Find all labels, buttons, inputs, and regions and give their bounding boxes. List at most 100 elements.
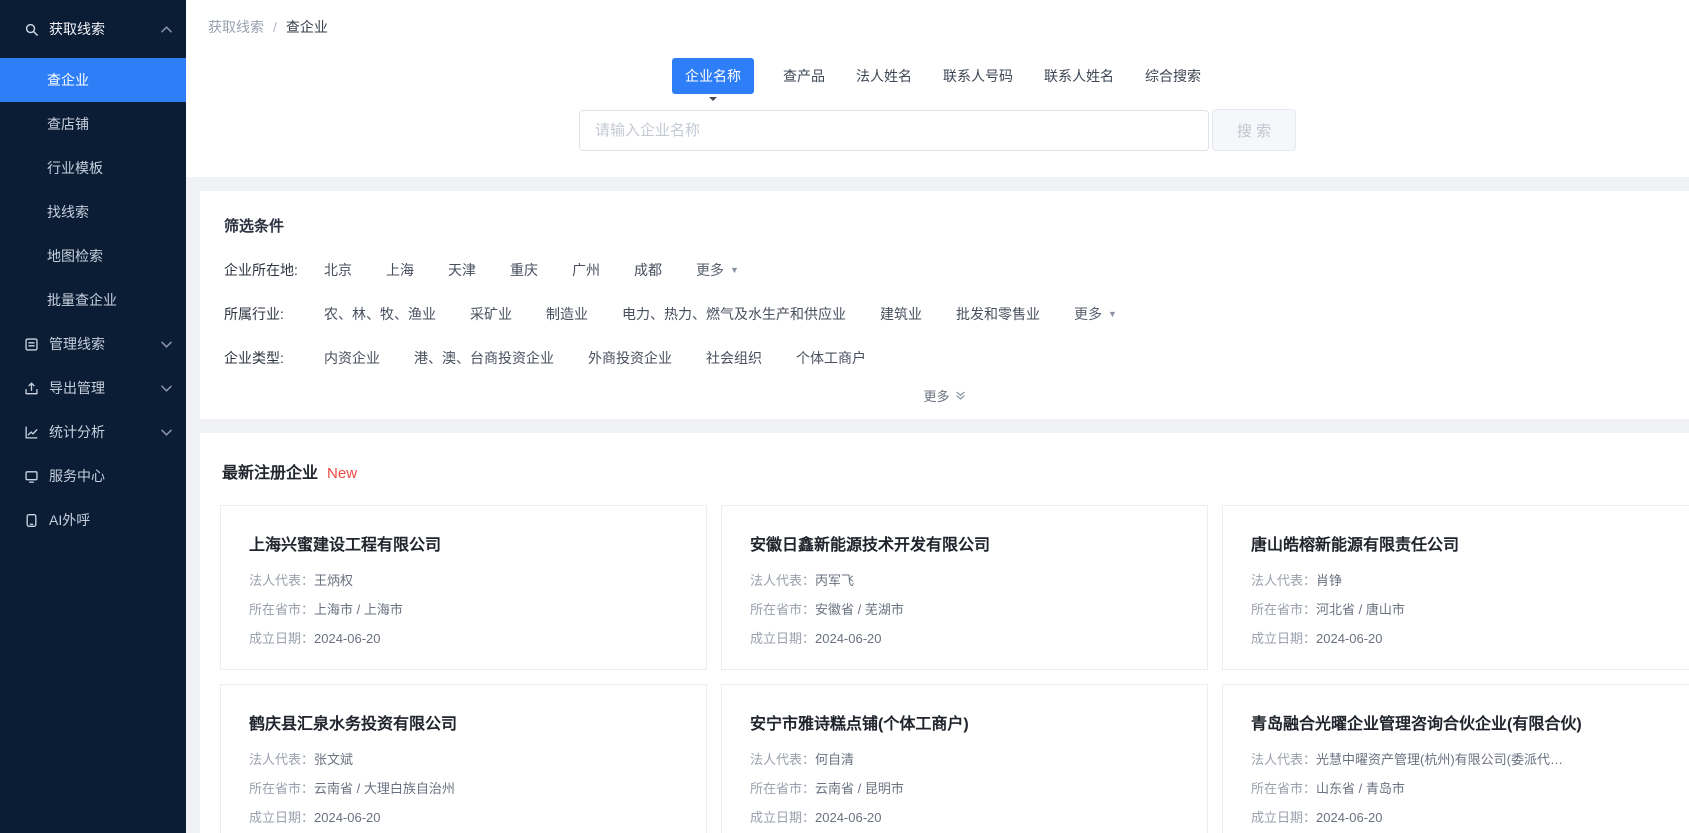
filter-option[interactable]: 农、林、牧、渔业 — [324, 304, 436, 324]
tab-contact-name[interactable]: 联系人姓名 — [1042, 58, 1116, 94]
sidebar-item-label: 获取线索 — [49, 21, 105, 37]
filter-option[interactable]: 内资企业 — [324, 348, 380, 368]
sidebar-item-search-company[interactable]: 查企业 — [0, 58, 186, 102]
company-card[interactable]: 青岛融合光曜企业管理咨询合伙企业(有限合伙) 法人代表：光慧中曜资产管理(杭州)… — [1222, 684, 1689, 833]
sidebar-item-map-search[interactable]: 地图检索 — [0, 234, 186, 278]
tab-product[interactable]: 查产品 — [781, 58, 827, 94]
filter-label-location: 企业所在地: — [224, 262, 298, 278]
monitor-icon — [24, 468, 40, 484]
sidebar-item-industry-template[interactable]: 行业模板 — [0, 146, 186, 190]
filter-option[interactable]: 外商投资企业 — [588, 348, 672, 368]
company-location: 所在省市：山东省 / 青岛市 — [1251, 778, 1680, 797]
filter-option[interactable]: 重庆 — [510, 260, 538, 280]
filter-option[interactable]: 天津 — [448, 260, 476, 280]
search-input[interactable] — [579, 109, 1209, 151]
caret-down-icon: ▼ — [730, 265, 739, 275]
sidebar-item-label: 管理线索 — [49, 336, 105, 352]
company-card[interactable]: 上海兴蜜建设工程有限公司 法人代表：王炳权 所在省市：上海市 / 上海市 成立日… — [220, 505, 707, 670]
field-value: 2024-06-20 — [815, 810, 882, 825]
filter-option[interactable]: 建筑业 — [880, 304, 922, 324]
field-value: 2024-06-20 — [1316, 631, 1383, 646]
breadcrumb-parent[interactable]: 获取线索 — [208, 17, 264, 37]
sidebar-item-label: AI外呼 — [49, 512, 91, 528]
filter-option[interactable]: 电力、热力、燃气及水生产和供应业 — [622, 304, 846, 324]
filter-option[interactable]: 港、澳、台商投资企业 — [414, 348, 554, 368]
sidebar-item-service-center[interactable]: 服务中心 — [0, 454, 186, 498]
filter-option[interactable]: 北京 — [324, 260, 352, 280]
chevron-down-icon — [161, 428, 172, 436]
field-value: 2024-06-20 — [314, 810, 381, 825]
filter-option[interactable]: 社会组织 — [706, 348, 762, 368]
company-location: 所在省市：上海市 / 上海市 — [249, 599, 678, 618]
filter-row-industry: 所属行业: 农、林、牧、渔业 采矿业 制造业 电力、热力、燃气及水生产和供应业 … — [224, 304, 1665, 324]
filter-option[interactable]: 上海 — [386, 260, 414, 280]
sidebar-item-search-shop[interactable]: 查店铺 — [0, 102, 186, 146]
filter-option[interactable]: 个体工商户 — [796, 348, 866, 368]
tab-composite-search[interactable]: 综合搜索 — [1143, 58, 1203, 94]
clipboard-icon — [24, 336, 40, 352]
company-name: 青岛融合光曜企业管理咨询合伙企业(有限合伙) — [1251, 716, 1582, 733]
field-value: 上海市 / 上海市 — [314, 602, 403, 617]
filter-option[interactable]: 批发和零售业 — [956, 304, 1040, 324]
tab-contact-phone[interactable]: 联系人号码 — [941, 58, 1015, 94]
search-icon — [24, 21, 40, 37]
companies-title: 最新注册企业 — [222, 465, 319, 482]
company-location: 所在省市：云南省 / 昆明市 — [750, 778, 1179, 797]
filter-option[interactable]: 制造业 — [546, 304, 588, 324]
filter-row-location: 企业所在地: 北京 上海 天津 重庆 广州 成都 更多 ▼ — [224, 260, 1665, 280]
tab-company-name[interactable]: 企业名称 — [672, 58, 754, 94]
sidebar-item-statistics[interactable]: 统计分析 — [0, 410, 186, 454]
sidebar-item-manage-leads[interactable]: 管理线索 — [0, 322, 186, 366]
filter-option[interactable]: 广州 — [572, 260, 600, 280]
company-card[interactable]: 唐山皓榕新能源有限责任公司 法人代表：肖铮 所在省市：河北省 / 唐山市 成立日… — [1222, 505, 1689, 670]
tab-legal-person-name[interactable]: 法人姓名 — [854, 58, 914, 94]
field-value: 2024-06-20 — [314, 631, 381, 646]
field-label: 所在省市： — [750, 602, 816, 617]
filter-more-location[interactable]: 更多 ▼ — [696, 260, 739, 280]
field-label: 所在省市： — [249, 602, 315, 617]
field-label: 所在省市： — [1251, 781, 1317, 796]
company-name: 唐山皓榕新能源有限责任公司 — [1251, 537, 1460, 554]
company-legal-rep: 法人代表：何自清 — [750, 749, 1179, 768]
filter-label-industry: 所属行业: — [224, 306, 284, 322]
app-window: 获取线索 查企业 查店铺 行业模板 找线索 地图检索 批量查企业 管理线索 导出… — [0, 0, 1689, 833]
field-value: 张文斌 — [314, 752, 354, 767]
breadcrumb: 获取线索 / 查企业 — [186, 0, 1689, 54]
company-card-grid: 上海兴蜜建设工程有限公司 法人代表：王炳权 所在省市：上海市 / 上海市 成立日… — [220, 505, 1689, 833]
company-card[interactable]: 安宁市雅诗糕点铺(个体工商户) 法人代表：何自清 所在省市：云南省 / 昆明市 … — [721, 684, 1208, 833]
filters-expand-more-label: 更多 — [923, 389, 950, 404]
field-label: 法人代表： — [750, 752, 816, 767]
company-card[interactable]: 鹤庆县汇泉水务投资有限公司 法人代表：张文斌 所在省市：云南省 / 大理白族自治… — [220, 684, 707, 833]
breadcrumb-separator: / — [273, 19, 277, 35]
sidebar-item-get-leads[interactable]: 获取线索 — [0, 0, 186, 58]
sidebar-subnav: 查企业 查店铺 行业模板 找线索 地图检索 批量查企业 — [0, 58, 186, 322]
search-bar: 搜 索 — [186, 109, 1689, 151]
field-label: 法人代表： — [750, 573, 816, 588]
sidebar-item-ai-call[interactable]: AI外呼 — [0, 498, 186, 542]
phone-icon — [24, 512, 40, 528]
sidebar-item-batch-search-company[interactable]: 批量查企业 — [0, 278, 186, 322]
field-value: 肖铮 — [1316, 573, 1343, 588]
company-card[interactable]: 安徽日鑫新能源技术开发有限公司 法人代表：丙军飞 所在省市：安徽省 / 芜湖市 … — [721, 505, 1208, 670]
company-reg-date: 成立日期：2024-06-20 — [1251, 807, 1680, 826]
filter-option[interactable]: 成都 — [634, 260, 662, 280]
sidebar-item-label: 统计分析 — [49, 424, 105, 440]
field-value: 丙军飞 — [815, 573, 855, 588]
newly-registered-companies-panel: 最新注册企业 New 上海兴蜜建设工程有限公司 法人代表：王炳权 所在省市：上海… — [200, 433, 1689, 833]
filter-option[interactable]: 采矿业 — [470, 304, 512, 324]
chart-icon — [24, 424, 40, 440]
sidebar-item-label: 服务中心 — [49, 468, 105, 484]
filters-expand-more[interactable]: 更多 — [224, 386, 1665, 405]
company-location: 所在省市：云南省 / 大理白族自治州 — [249, 778, 678, 797]
sidebar-item-export-management[interactable]: 导出管理 — [0, 366, 186, 410]
search-button[interactable]: 搜 索 — [1212, 109, 1296, 151]
company-location: 所在省市：安徽省 / 芜湖市 — [750, 599, 1179, 618]
field-label: 所在省市： — [750, 781, 816, 796]
field-value: 安徽省 / 芜湖市 — [815, 602, 904, 617]
filter-panel: 筛选条件 企业所在地: 北京 上海 天津 重庆 广州 成都 更多 ▼ 所属行业:… — [200, 191, 1689, 419]
sidebar-item-find-leads[interactable]: 找线索 — [0, 190, 186, 234]
filter-more-industry[interactable]: 更多 ▼ — [1074, 304, 1117, 324]
chevron-up-icon — [161, 25, 172, 33]
field-value: 云南省 / 大理白族自治州 — [314, 781, 455, 796]
company-legal-rep: 法人代表：光慧中曜资产管理(杭州)有限公司(委派代… — [1251, 749, 1680, 768]
